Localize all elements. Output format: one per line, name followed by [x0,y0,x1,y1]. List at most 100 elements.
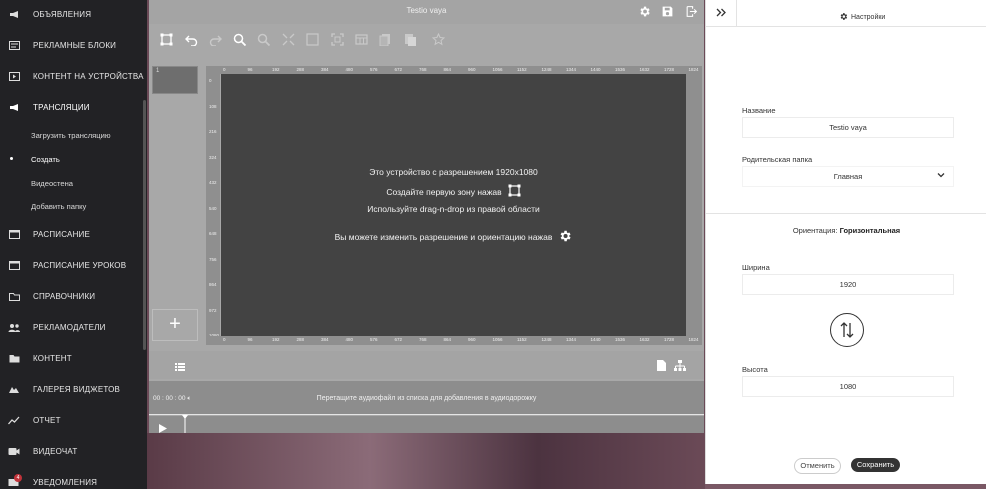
orientation-prefix: Ориентация: [792,226,838,235]
copy-icon[interactable] [379,33,392,47]
ruler-tick-label: 0 [209,78,212,83]
sidebar-item-notifications[interactable]: 4 УВЕДОМЛЕНИЯ [0,472,140,489]
fit-screen-icon[interactable] [282,33,295,46]
sidebar-item-label: ВИДЕОЧАТ [33,446,78,456]
sidebar-subitem-videowall[interactable]: Видеостена [31,179,73,188]
ruler-tick-label: 672 [394,337,403,342]
redo-icon[interactable] [209,33,222,47]
ruler-tick-label: 540 [209,205,217,211]
ruler-tick-label: 972 [209,307,217,313]
parent-folder-select[interactable]: Главная [742,166,954,187]
paste-icon[interactable] [404,33,417,46]
ruler-tick-label: 1152 [517,67,527,72]
play-icon[interactable] [159,420,167,438]
page-thumbnail[interactable]: 1 [152,66,198,94]
expand-zone-icon[interactable] [331,33,344,46]
star-icon[interactable] [431,32,446,46]
width-input[interactable]: 1920 [742,274,954,295]
height-input[interactable]: 1080 [742,376,954,397]
create-zone-text: Создайте первую зону нажав [386,186,502,197]
sidebar-item-ad-blocks[interactable]: РЕКЛАМНЫЕ БЛОКИ [0,35,140,55]
sidebar-item-label: ОТЧЕТ [33,415,61,425]
ruler-tick-label: 864 [443,337,452,342]
hierarchy-icon[interactable] [674,358,686,376]
ruler-tick-label: 192 [272,337,280,342]
ruler-tick-label: 324 [209,154,217,160]
settings-label: Настройки [851,13,886,21]
fullscreen-zone-icon[interactable] [306,33,319,46]
settings-panel: Настройки Название Testio vaya Родительс… [705,0,986,484]
ruler-tick-label: 1728 [664,337,675,342]
ruler-tick-label: 576 [370,67,378,72]
document-icon[interactable] [657,358,666,376]
drag-drop-text: Используйте drag-n-drop из правой област… [367,204,540,214]
chart-icon [8,415,20,425]
ruler-tick-label: 1440 [590,67,601,72]
sidebar-subitem-upload[interactable]: Загрузить трансляцию [31,131,111,140]
resolution-text: Это устройство с разрешением 1920x1080 [369,167,538,177]
chevron-down-icon [937,167,945,186]
sidebar-item-label: УВЕДОМЛЕНИЯ [33,477,98,487]
sidebar-item-content[interactable]: КОНТЕНТ [0,348,140,368]
ruler-tick-label: 1632 [639,67,650,72]
sidebar-subitem-add-folder[interactable]: Добавить папку [31,202,86,211]
parent-folder-label: Родительская папка [742,155,813,164]
resolution-change-message: Вы можете изменить разрешение и ориентац… [221,229,686,245]
list-icon[interactable] [175,359,185,377]
ruler-tick-label: 0 [223,337,226,342]
ruler-tick-label: 648 [209,231,217,236]
playhead-marker[interactable] [182,415,188,438]
people-icon [8,322,20,332]
cancel-button[interactable]: Отменить [794,458,841,474]
broadcast-icon [8,102,20,112]
zoom-in-icon[interactable] [233,33,247,47]
sidebar-item-label: ТРАНСЛЯЦИИ [33,102,90,112]
ruler-right [686,74,702,336]
sidebar-item-broadcasts[interactable]: ТРАНСЛЯЦИИ [0,97,140,117]
timeline[interactable] [149,415,704,433]
collapse-panel-button[interactable] [706,0,737,26]
ruler-tick-label: 1344 [566,337,577,342]
layout-grid-icon[interactable] [355,33,368,46]
thumbnail-number: 1 [156,68,160,74]
exit-icon[interactable] [685,5,699,19]
name-input[interactable]: Testio vaya [742,117,954,138]
sidebar-item-schedule[interactable]: РАСПИСАНИЕ [0,224,140,244]
zoom-out-icon[interactable] [257,33,271,47]
gear-icon[interactable] [638,5,652,19]
swap-orientation-button[interactable] [830,313,864,347]
ruler-tick-label: 96 [247,337,253,342]
settings-tab[interactable]: Настройки [839,8,885,26]
sidebar: ОБЪЯВЛЕНИЯ РЕКЛАМНЫЕ БЛОКИ КОНТЕНТ НА УС… [0,0,147,489]
zone-select-icon[interactable] [160,33,173,46]
sidebar-item-lesson-schedule[interactable]: РАСПИСАНИЕ УРОКОВ [0,255,140,275]
ruler-left: 01082163244325406487568649721080 [206,74,220,338]
sidebar-scrollbar[interactable] [143,100,146,350]
videochat-icon [8,446,20,456]
sidebar-item-widget-gallery[interactable]: ГАЛЕРЕЯ ВИДЖЕТОВ [0,379,140,399]
ruler-tick-label: 288 [296,337,305,342]
sidebar-item-announcements[interactable]: ОБЪЯВЛЕНИЯ [0,4,140,24]
zone-select-icon[interactable] [508,184,521,199]
sidebar-item-videochat[interactable]: ВИДЕОЧАТ [0,441,140,461]
sidebar-item-label: РАСПИСАНИЕ УРОКОВ [33,260,127,270]
ruler-tick-label: 1344 [566,67,577,72]
save-icon[interactable] [661,5,675,19]
sidebar-subitem-create[interactable]: Создать [31,155,60,164]
sidebar-item-directories[interactable]: СПРАВОЧНИКИ [0,286,140,306]
announcement-icon [8,9,20,19]
layout-canvas[interactable]: Это устройство с разрешением 1920x1080 С… [221,74,686,336]
audio-track[interactable]: 00 : 00 : 00 🔈︎ Перетащите аудиофайл из … [149,381,704,415]
background-strip [147,433,705,489]
save-button[interactable]: Сохранить [851,458,900,472]
ruler-tick-label: 864 [209,282,217,287]
gear-icon[interactable] [558,229,572,245]
sidebar-item-device-content[interactable]: КОНТЕНТ НА УСТРОЙСТВА [0,66,143,86]
undo-icon[interactable] [185,33,198,47]
sidebar-item-label: ОБЪЯВЛЕНИЯ [33,9,92,19]
add-page-button[interactable]: + [152,309,198,341]
lessons-calendar-icon [8,260,20,270]
sidebar-item-report[interactable]: ОТЧЕТ [0,410,140,430]
ruler-tick-label: 432 [209,180,217,185]
sidebar-item-advertisers[interactable]: РЕКЛАМОДАТЕЛИ [0,317,140,337]
